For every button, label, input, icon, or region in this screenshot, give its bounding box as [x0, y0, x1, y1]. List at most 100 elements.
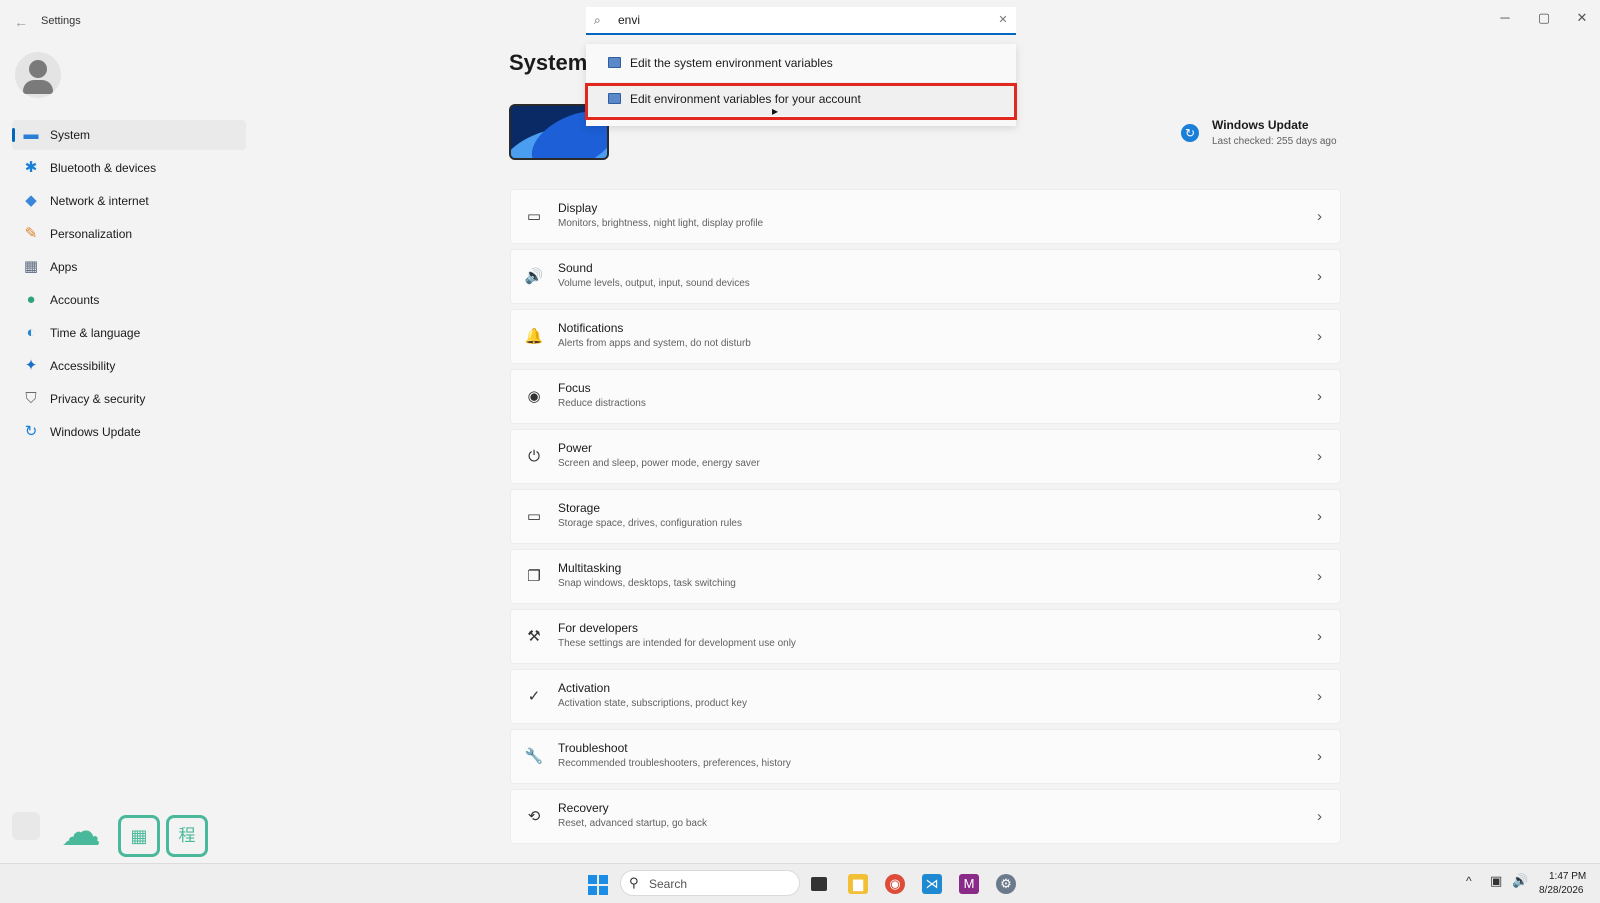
settings-card-power[interactable]: ⏻ Power Screen and sleep, power mode, ener…: [510, 429, 1341, 484]
search-result-system-env-vars[interactable]: Edit the system environment variables: [586, 46, 1016, 80]
sidebar-item-label: Accounts: [50, 293, 100, 307]
settings-card-recovery[interactable]: ⟲ Recovery Reset, advanced startup, go bac…: [510, 789, 1341, 844]
sidebar-item-system[interactable]: ▬ System: [12, 120, 246, 150]
sidebar-item-windows-update[interactable]: ↻ Windows Update: [12, 417, 246, 447]
chevron-right-icon: ›: [1317, 628, 1322, 645]
recovery-icon: ⟲: [527, 808, 541, 825]
bluetooth-icon: ✱: [24, 159, 38, 176]
network-tray-icon[interactable]: ▣: [1490, 873, 1502, 889]
app-title: Settings: [41, 15, 81, 27]
m-app-icon[interactable]: M: [959, 874, 979, 894]
card-subtitle: Monitors, brightness, night light, displ…: [558, 218, 764, 229]
back-arrow-icon[interactable]: ←: [10, 12, 32, 32]
settings-card-display[interactable]: ▭ Display Monitors, brightness, night ligh…: [510, 189, 1341, 244]
windows-update-title[interactable]: Windows Update: [1212, 118, 1309, 132]
clear-search-icon[interactable]: ✕: [996, 12, 1010, 28]
activation-icon: ✓: [527, 688, 541, 705]
page-title: System: [509, 50, 588, 75]
card-title: Sound: [558, 261, 593, 275]
settings-card-notifications[interactable]: 🔔 Notifications Alerts from apps and syste…: [510, 309, 1341, 364]
windows-update-last-checked: Last checked: 255 days ago: [1212, 136, 1337, 147]
card-subtitle: Recommended troubleshooters, preferences…: [558, 758, 791, 769]
file-explorer-icon[interactable]: ▆: [848, 874, 868, 894]
sidebar-item-accessibility[interactable]: ✦ Accessibility: [12, 351, 246, 381]
windows-logo-icon: [588, 875, 597, 884]
power-icon: ⏻: [528, 448, 540, 465]
settings-card-sound[interactable]: 🔊 Sound Volume levels, output, input, soun…: [510, 249, 1341, 304]
search-icon: ⚲: [629, 875, 639, 890]
card-title: For developers: [558, 621, 639, 635]
sidebar-item-bluetooth-devices[interactable]: ✱ Bluetooth & devices: [12, 153, 246, 183]
sidebar-item-time-language[interactable]: ◐ Time & language: [12, 318, 246, 348]
card-title: Recovery: [558, 801, 609, 815]
sidebar-item-label: Network & internet: [50, 194, 149, 208]
minimize-button[interactable]: ─: [1485, 6, 1525, 30]
settings-card-storage[interactable]: ▭ Storage Storage space, drives, configura…: [510, 489, 1341, 544]
sidebar-item-accounts[interactable]: ● Accounts: [12, 285, 246, 315]
card-subtitle: Snap windows, desktops, task switching: [558, 578, 736, 589]
avatar[interactable]: [15, 52, 61, 98]
chevron-right-icon: ›: [1317, 388, 1322, 405]
settings-card-activation[interactable]: ✓ Activation Activation state, subscriptio…: [510, 669, 1341, 724]
chevron-right-icon: ›: [1317, 448, 1322, 465]
storage-icon: ▭: [526, 508, 542, 525]
card-subtitle: Reduce distractions: [558, 398, 646, 409]
taskbar-search[interactable]: ⚲ Search: [620, 870, 800, 896]
sidebar-item-label: Bluetooth & devices: [50, 161, 157, 175]
sound-icon: 🔊: [524, 268, 544, 285]
grid-widget-icon[interactable]: ▦: [118, 815, 160, 857]
faded-widget-icon[interactable]: [12, 812, 40, 840]
card-subtitle: Volume levels, output, input, sound devi…: [558, 278, 750, 289]
maximize-button[interactable]: ▢: [1524, 6, 1564, 30]
card-subtitle: Screen and sleep, power mode, energy sav…: [558, 458, 760, 469]
settings-card-troubleshoot[interactable]: 🔧 Troubleshoot Recommended troubleshooters…: [510, 729, 1341, 784]
active-indicator: [12, 128, 15, 142]
chevron-right-icon: ›: [1317, 268, 1322, 285]
card-title: Notifications: [558, 321, 624, 335]
chrome-icon[interactable]: ◉: [885, 874, 905, 894]
wrench-icon: 🔧: [524, 748, 544, 765]
search-input[interactable]: [618, 10, 978, 30]
settings-card-for-developers[interactable]: ⚒ For developers These settings are intend…: [510, 609, 1341, 664]
globe-icon: ◐: [26, 324, 36, 341]
card-subtitle: Alerts from apps and system, do not dist…: [558, 338, 751, 349]
chevron-right-icon: ›: [1317, 208, 1322, 225]
sidebar-item-apps[interactable]: ▦ Apps: [12, 252, 246, 282]
sidebar-item-personalization[interactable]: ✎ Personalization: [12, 219, 246, 249]
card-subtitle: Reset, advanced startup, go back: [558, 818, 707, 829]
sidebar-item-label: Personalization: [50, 227, 133, 241]
task-view-icon[interactable]: [811, 877, 827, 891]
sidebar-item-label: Windows Update: [50, 425, 141, 439]
system-icon: ▬: [23, 126, 39, 143]
settings-app-icon[interactable]: ⚙: [996, 874, 1016, 894]
settings-card-focus[interactable]: ◉ Focus Reduce distractions ›: [510, 369, 1341, 424]
clock-time[interactable]: 1:47 PM: [1549, 871, 1586, 882]
user-icon: [29, 60, 47, 78]
card-title: Display: [558, 201, 598, 215]
mouse-cursor-icon: ▸: [772, 104, 779, 118]
card-title: Multitasking: [558, 561, 622, 575]
sidebar-item-label: System: [50, 128, 91, 142]
calendar-widget-icon[interactable]: 程: [166, 815, 208, 857]
vscode-icon[interactable]: ⋊: [922, 874, 942, 894]
cloud-widget-icon[interactable]: ☁: [48, 808, 114, 856]
card-title: Troubleshoot: [558, 741, 628, 755]
close-button[interactable]: ✕: [1562, 6, 1600, 30]
start-button[interactable]: [588, 875, 608, 895]
card-title: Power: [558, 441, 593, 455]
volume-tray-icon[interactable]: 🔊: [1512, 873, 1528, 889]
shield-icon: ⛉: [25, 390, 37, 407]
sidebar-item-label: Privacy & security: [50, 392, 146, 406]
search-result-label: Edit the system environment variables: [630, 56, 833, 70]
clock-date[interactable]: 8/28/2026: [1539, 885, 1584, 896]
sidebar-item-network-internet[interactable]: ◆ Network & internet: [12, 186, 246, 216]
tray-overflow-chevron-icon[interactable]: ^: [1466, 874, 1472, 888]
wifi-icon: ◆: [25, 192, 37, 209]
windows-update-icon[interactable]: ↻: [1181, 124, 1199, 142]
chevron-right-icon: ›: [1317, 328, 1322, 345]
search-box[interactable]: ⌕ ✕: [586, 7, 1016, 35]
update-icon: ↻: [24, 423, 38, 440]
control-panel-icon: [608, 57, 621, 68]
sidebar-item-privacy-security[interactable]: ⛉ Privacy & security: [12, 384, 246, 414]
settings-card-multitasking[interactable]: ❐ Multitasking Snap windows, desktops, tas…: [510, 549, 1341, 604]
